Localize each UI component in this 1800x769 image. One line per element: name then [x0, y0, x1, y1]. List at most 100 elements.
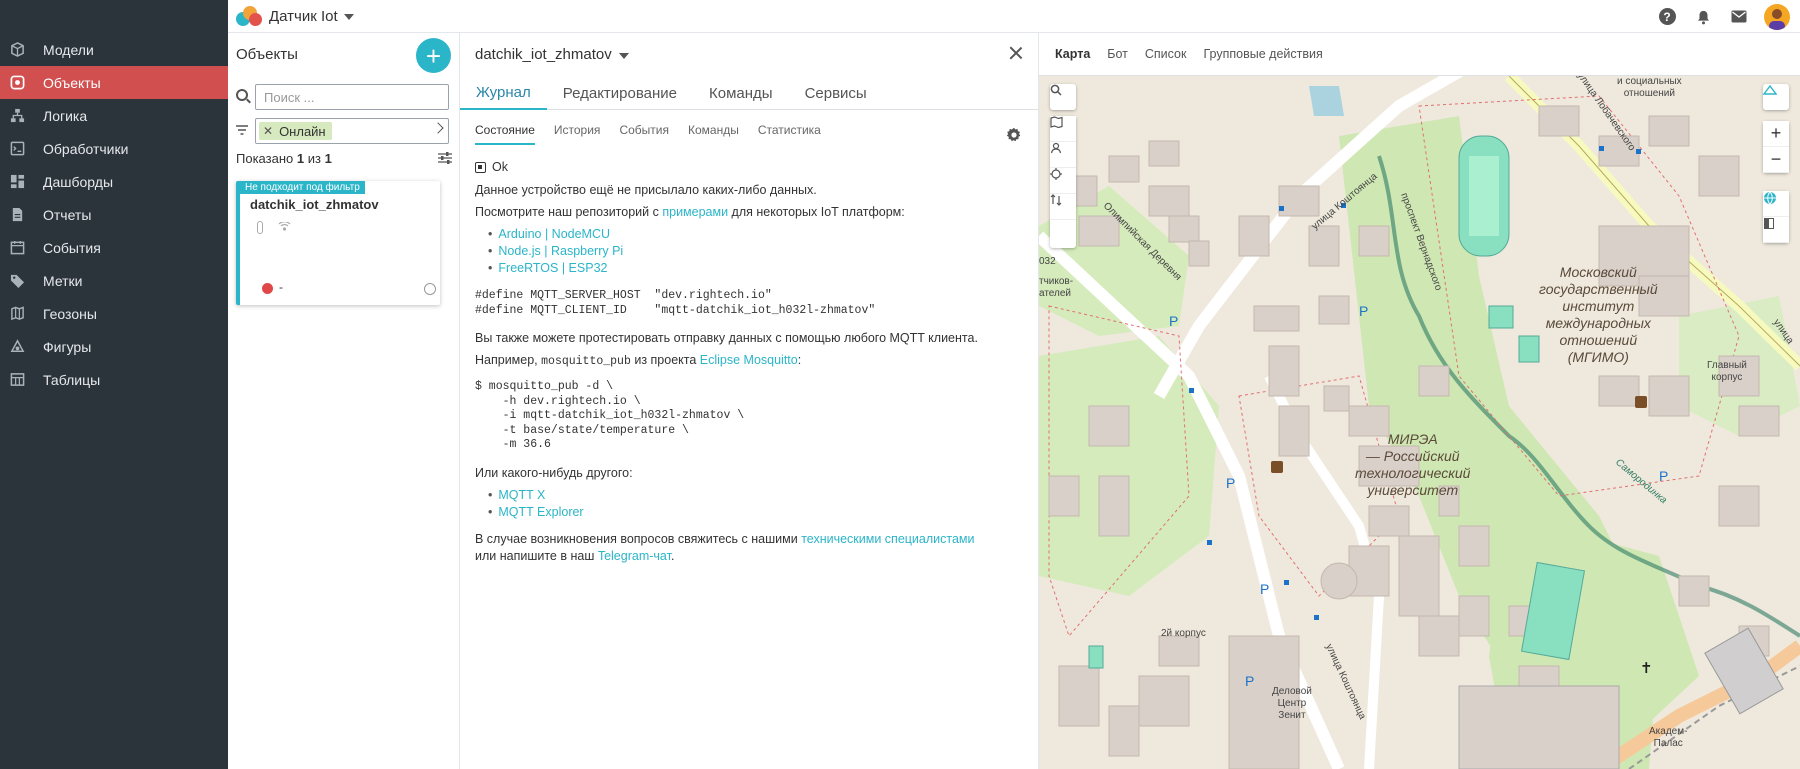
sidebar-item-label: Обработчики [43, 140, 129, 157]
map-layers-button[interactable] [1050, 116, 1076, 142]
contact-text: В случае возникновения вопросов свяжитес… [475, 531, 1025, 565]
filter-chip[interactable]: ✕ Онлайн [259, 122, 332, 140]
bell-icon[interactable] [1692, 6, 1714, 28]
svg-text:P: P [1169, 313, 1178, 329]
map[interactable]: P P P P P P ✝ Московский государственный инсти… [1039, 76, 1800, 769]
platform-list: Arduino | NodeMCU Node.js | Raspberry Pi… [488, 226, 1025, 277]
calendar-icon [8, 240, 26, 255]
tab-group-actions[interactable]: Групповые действия [1203, 47, 1322, 61]
search-input[interactable] [255, 84, 449, 110]
help-icon[interactable]: ? [1656, 6, 1678, 28]
list-settings-icon[interactable] [438, 152, 452, 164]
example-text-3: : [797, 353, 802, 367]
map-search-button[interactable] [1050, 84, 1076, 110]
object-card[interactable]: Не подходит под фильтр datchik_iot_zhmat… [236, 181, 440, 305]
filter-icon[interactable] [236, 123, 248, 135]
list-item: FreeRTOS | ESP32 [488, 260, 1025, 277]
zoom-controls: + − [1763, 121, 1789, 173]
sidebar-item-events[interactable]: События [0, 231, 228, 264]
list-item: Arduino | NodeMCU [488, 226, 1025, 243]
cube-icon [8, 42, 26, 57]
tab-list[interactable]: Список [1145, 47, 1187, 61]
sidebar-item-logic[interactable]: Логика [0, 99, 228, 132]
tab-commands[interactable]: Команды [693, 76, 789, 110]
add-object-button[interactable]: + [416, 38, 451, 73]
tab-services[interactable]: Сервисы [789, 76, 883, 110]
examples-link[interactable]: примерами [662, 205, 728, 219]
subtab-statistics[interactable]: Статистика [758, 123, 821, 145]
object-selector[interactable]: datchik_iot_zhmatov [475, 46, 629, 63]
object-icon [8, 75, 26, 90]
map-locate-button[interactable] [1050, 168, 1076, 194]
client-link-mqttx[interactable]: MQTT X [498, 488, 545, 502]
sidebar-item-label: Геозоны [43, 305, 97, 322]
status-text: Ok [492, 160, 508, 174]
sidebar-item-reports[interactable]: Отчеты [0, 198, 228, 231]
zoom-out-button[interactable]: − [1763, 147, 1789, 173]
sidebar-item-tags[interactable]: Метки [0, 264, 228, 297]
telegram-link[interactable]: Telegram-чат [598, 549, 671, 563]
shown-of: из [307, 151, 321, 166]
object-card-status: - [279, 280, 283, 294]
logic-icon [8, 108, 26, 123]
repo-text-2: для некоторых IoT платформ: [728, 205, 905, 219]
subtab-history[interactable]: История [554, 123, 601, 145]
tab-bot[interactable]: Бот [1107, 47, 1128, 61]
svg-text:P: P [1226, 475, 1235, 491]
map-user-button[interactable] [1050, 142, 1076, 168]
tab-map[interactable]: Карта [1055, 47, 1090, 61]
select-circle-icon[interactable] [424, 283, 436, 295]
filter-box[interactable]: ✕ Онлайн [255, 118, 449, 144]
close-icon[interactable] [1009, 46, 1023, 60]
chevron-down-icon [618, 52, 629, 59]
subtab-state[interactable]: Состояние [475, 123, 535, 145]
map-label-top-right: и социальных отношений [1617, 76, 1682, 99]
sidebar-item-objects[interactable]: Объекты [0, 66, 228, 99]
geozone-icon [8, 306, 26, 321]
globe-button[interactable] [1763, 191, 1789, 217]
mosquitto-link[interactable]: Eclipse Mosquitto [700, 353, 798, 367]
map-route-button[interactable] [1050, 194, 1076, 220]
gear-icon[interactable] [1006, 127, 1022, 143]
platform-link-nodejs[interactable]: Node.js | Raspberry Pi [498, 244, 623, 258]
app-switcher[interactable]: Датчик Iot [236, 4, 354, 28]
sidebar-item-dashboards[interactable]: Дашборды [0, 165, 228, 198]
example-text-1: Например, [475, 353, 542, 367]
shown-prefix: Показано [236, 151, 294, 166]
sidebar-item-shapes[interactable]: Фигуры [0, 330, 228, 363]
zoom-in-button[interactable]: + [1763, 121, 1789, 147]
mail-icon[interactable] [1728, 6, 1750, 28]
specialists-link[interactable]: техническими специалистами [801, 532, 974, 546]
map-label-main-building: Главный корпус [1707, 360, 1747, 383]
close-icon[interactable]: ✕ [263, 124, 273, 138]
sidebar-item-label: Таблицы [43, 371, 101, 388]
chevron-right-icon[interactable] [432, 122, 444, 134]
sidebar-item-handlers[interactable]: Обработчики [0, 132, 228, 165]
sidebar-item-label: Метки [43, 272, 83, 289]
detail-subtabs: Состояние История События Команды Статис… [475, 123, 840, 145]
map-header: Карта Бот Список Групповые действия [1039, 33, 1800, 76]
platform-link-arduino[interactable]: Arduino | NodeMCU [498, 227, 610, 241]
book-button[interactable] [1763, 217, 1789, 243]
tag-icon [8, 274, 26, 288]
state-content: Ok Данное устройство ещё не присылало ка… [475, 159, 1025, 570]
defines-code: #define MQTT_SERVER_HOST "dev.rightech.i… [475, 289, 876, 317]
subtab-commands[interactable]: Команды [688, 123, 739, 145]
sidebar-item-label: Логика [43, 107, 88, 124]
command-code: $ mosquitto_pub -d \ -h dev.rightech.io … [475, 380, 745, 451]
platform-link-freertos[interactable]: FreeRTOS | ESP32 [498, 261, 607, 275]
subtab-events[interactable]: События [619, 123, 669, 145]
avatar[interactable] [1764, 3, 1790, 30]
example-text: Например, mosquitto_pub из проекта Eclip… [475, 352, 1025, 370]
client-link-mqtt-explorer[interactable]: MQTT Explorer [498, 505, 583, 519]
sidebar-item-tables[interactable]: Таблицы [0, 363, 228, 396]
map-ruler-button[interactable] [1763, 84, 1789, 110]
objects-title: Объекты [236, 46, 298, 63]
sidebar-item-models[interactable]: Модели [0, 33, 228, 66]
no-data-text: Данное устройство ещё не присылало каких… [475, 183, 817, 197]
svg-text:✝: ✝ [1640, 659, 1653, 677]
sidebar-item-label: Модели [43, 41, 94, 58]
tab-editing[interactable]: Редактирование [547, 76, 693, 110]
sidebar-item-geozones[interactable]: Геозоны [0, 297, 228, 330]
tab-journal[interactable]: Журнал [460, 76, 547, 110]
